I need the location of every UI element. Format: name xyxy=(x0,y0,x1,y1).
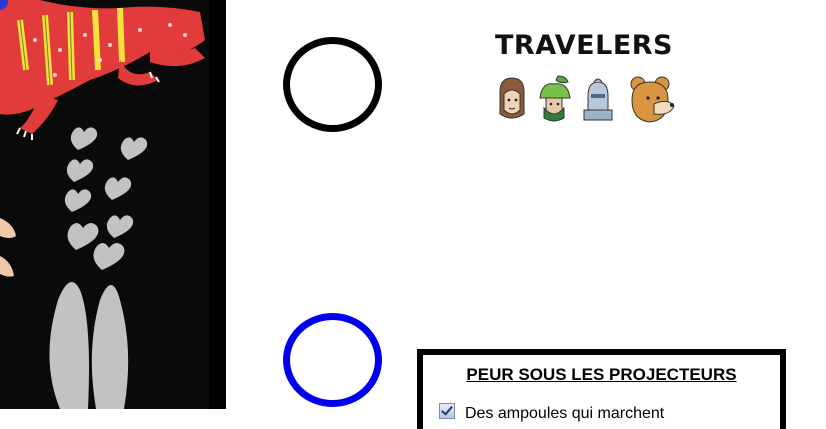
card-title: PEUR SOUS LES PROJECTEURS xyxy=(466,365,737,384)
card-item-label: Des ampoules qui marchent xyxy=(465,405,665,422)
bear-head-icon[interactable] xyxy=(628,74,676,126)
travelers-title: TRAVELERS xyxy=(495,30,673,61)
knight-helmet-icon[interactable] xyxy=(582,74,614,124)
event-card[interactable]: PEUR SOUS LES PROJECTEURS Des ampoules q… xyxy=(417,349,786,429)
slot-ring-blue[interactable] xyxy=(283,313,382,407)
slot-ring-black[interactable] xyxy=(283,37,382,132)
panel-divider xyxy=(209,0,226,409)
apple-helmet-icon[interactable] xyxy=(536,74,572,124)
illustration-panel xyxy=(0,0,209,409)
human-head-icon[interactable] xyxy=(494,74,528,124)
checkbox-icon[interactable] xyxy=(439,403,455,419)
card-item[interactable]: Des ampoules qui marchent xyxy=(439,403,664,423)
dragon-smoke-illustration xyxy=(0,0,205,409)
